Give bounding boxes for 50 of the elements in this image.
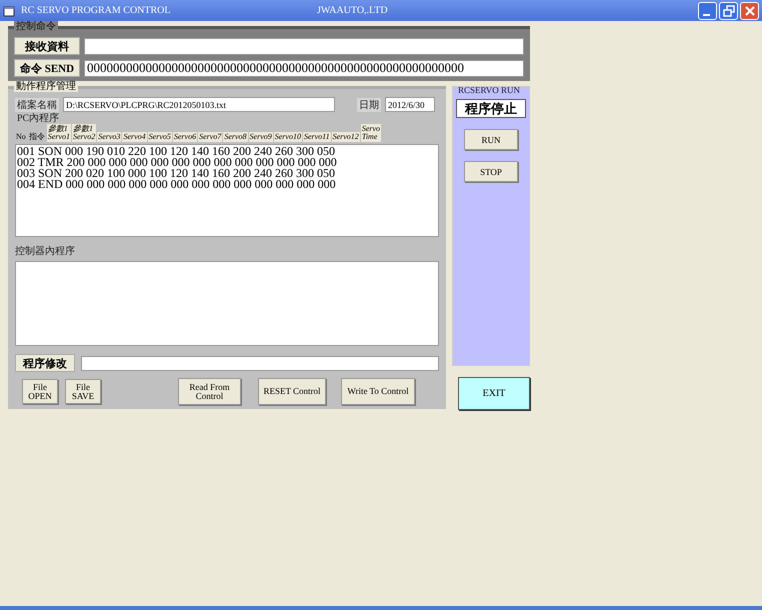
run-control-button[interactable]: RUN	[464, 129, 518, 150]
exit-button[interactable]: EXIT	[458, 377, 530, 410]
edit-program-button[interactable]: 程序修改	[15, 354, 75, 372]
file-path-field[interactable]: D:\RCSERVO\PLCPRG\RC2012050103.txt	[63, 97, 335, 112]
run-status: 程序停止	[456, 99, 526, 118]
command-field[interactable]: 0000000000000000000000000000000000000000000000000000000000	[84, 60, 524, 76]
column-header: 參數1 Servo2	[72, 124, 96, 142]
group-title: RCSERVO RUN	[458, 85, 520, 95]
company-name: JWAAUTO,.LTD	[317, 5, 389, 16]
send-button[interactable]: 命令 SEND	[14, 59, 80, 77]
program-button[interactable]: RESET Control	[258, 378, 326, 405]
column-header: Servo4	[122, 132, 147, 142]
column-header: Servo6	[172, 132, 198, 142]
column-header: 參數1 Servo1	[46, 124, 71, 142]
group-title: 控制命令	[14, 21, 58, 32]
controller-program-field[interactable]	[15, 261, 439, 346]
minimize-icon	[702, 14, 710, 16]
date-label: 日期	[357, 98, 381, 112]
app-icon	[3, 4, 15, 16]
program-button[interactable]: Write To Control	[341, 378, 415, 405]
receive-label: 接收資料	[14, 37, 80, 55]
column-header: Servo10	[274, 132, 302, 142]
column-header: Servo Time	[360, 124, 382, 142]
group-title: 動作程序管理	[14, 81, 78, 92]
restore-icon	[722, 4, 734, 16]
column-header: Servo9	[248, 132, 273, 142]
column-header: Servo8	[223, 132, 248, 142]
close-icon	[744, 4, 756, 16]
restore-button[interactable]	[719, 2, 738, 20]
pc-program-text[interactable]: 001 SON 000 190 010 220 100 120 140 160 200 240 260 300 050 002 TMR 200 000 000 000 000 000 000 000 000 000 000 000 000 003 SON 200 020 100 000 100 120 140 160 200 240 260 300 050 004 END 000 000 000 000 000 000 000 000 000 000 000 000 000	[15, 144, 439, 238]
column-header: Servo7	[198, 132, 222, 142]
run-control-button[interactable]: STOP	[464, 161, 518, 182]
program-button[interactable]: File OPEN	[22, 379, 58, 404]
window-title: RC SERVO PROGRAM CONTROL	[21, 5, 172, 16]
controller-program-label: 控制器內程序	[15, 245, 76, 260]
program-button[interactable]: File SAVE	[65, 379, 101, 404]
column-header: Servo11	[302, 132, 331, 142]
edit-field[interactable]	[81, 356, 439, 370]
column-header: No	[15, 132, 27, 142]
close-button[interactable]	[740, 2, 759, 20]
pc-program-label: PC內程序	[17, 113, 60, 124]
column-header: Servo3	[97, 132, 122, 142]
column-header: Servo12	[332, 132, 360, 142]
minimize-button[interactable]	[698, 2, 717, 20]
date-field[interactable]: 2012/6/30	[385, 97, 435, 112]
program-button[interactable]: Read From Control	[178, 378, 241, 405]
column-header: Servo5	[148, 132, 172, 142]
receive-field[interactable]	[84, 38, 524, 54]
column-header: 指令	[28, 132, 46, 142]
file-label: 檔案名稱	[15, 98, 59, 112]
